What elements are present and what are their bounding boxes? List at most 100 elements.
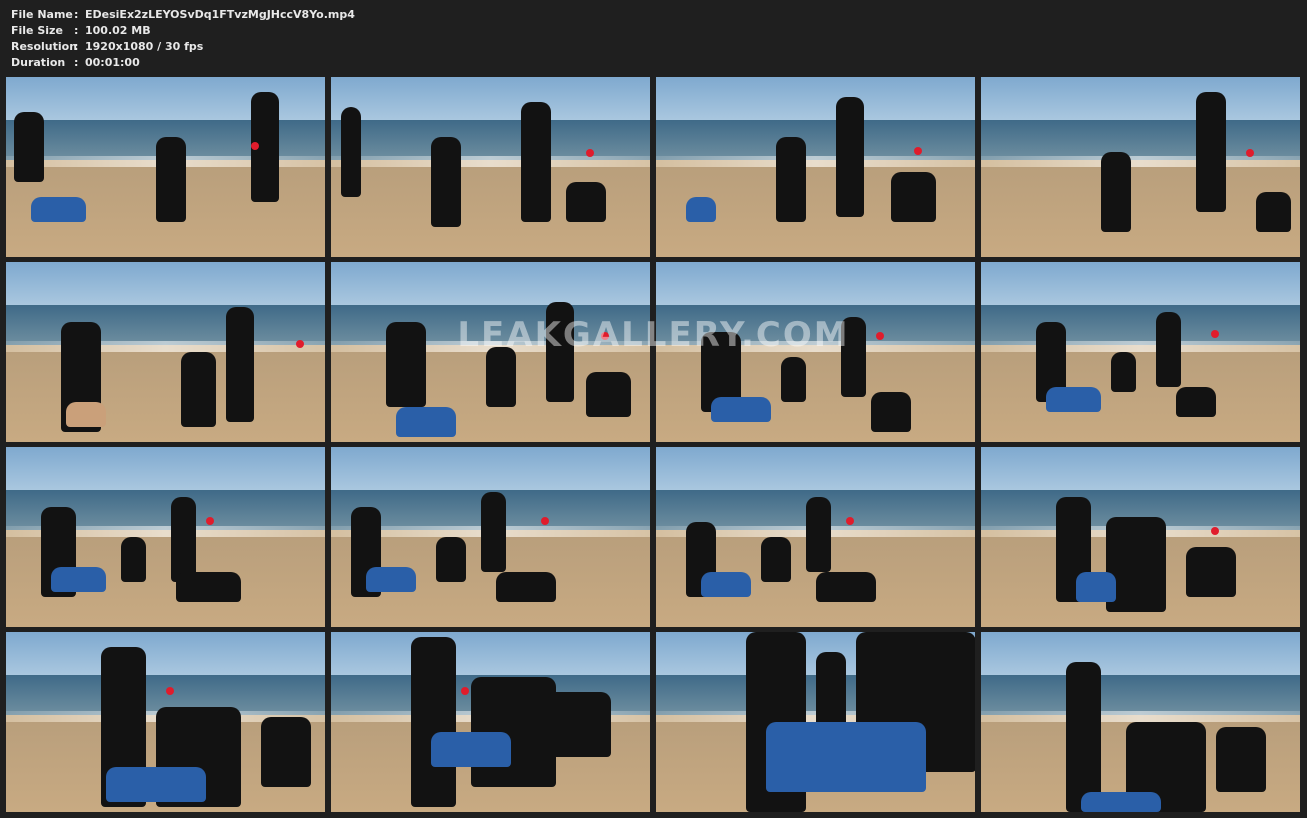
resolution-row: Resolution : 1920x1080 / 30 fps xyxy=(11,39,355,55)
figure-silhouette xyxy=(171,497,196,582)
figure-silhouette xyxy=(806,497,831,572)
buoy xyxy=(846,517,854,525)
file-size-label: File Size xyxy=(11,24,63,37)
figure-silhouette xyxy=(121,537,146,582)
thumbnail-sea xyxy=(331,120,650,160)
thumbnail-foam xyxy=(981,156,1300,167)
buoy xyxy=(166,687,174,695)
thumbnail-sky xyxy=(331,632,650,676)
thumbnail-sky xyxy=(331,77,650,121)
file-metadata: File Name : EDesiEx2zLEYOSvDq1FTvzMgJHcc… xyxy=(11,7,355,71)
thumbnail-sky xyxy=(981,262,1300,306)
thumbnail-foam xyxy=(6,341,325,352)
figure-silhouette xyxy=(836,97,864,217)
figure-silhouette xyxy=(1081,792,1161,812)
figure-silhouette xyxy=(701,572,751,597)
figure-silhouette xyxy=(1196,92,1226,212)
figure-silhouette xyxy=(31,197,86,222)
figure-silhouette xyxy=(766,722,926,792)
figure-silhouette xyxy=(106,767,206,802)
figure-silhouette xyxy=(431,732,511,767)
thumbnail-4 xyxy=(981,77,1300,257)
resolution-label: Resolution xyxy=(11,40,78,53)
thumbnail-sky xyxy=(981,632,1300,676)
thumbnail-foam xyxy=(981,711,1300,722)
figure-silhouette xyxy=(686,197,716,222)
buoy xyxy=(461,687,469,695)
thumbnail-11 xyxy=(656,447,975,627)
figure-silhouette xyxy=(386,322,426,407)
separator: : xyxy=(74,24,79,37)
figure-silhouette xyxy=(1046,387,1101,412)
thumbnail-sky xyxy=(6,262,325,306)
figure-silhouette xyxy=(226,307,254,422)
figure-silhouette xyxy=(51,567,106,592)
thumbnail-sand xyxy=(981,352,1300,442)
figure-silhouette xyxy=(66,402,106,427)
figure-silhouette xyxy=(396,407,456,437)
figure-silhouette xyxy=(431,137,461,227)
file-size-row: File Size : 100.02 MB xyxy=(11,23,355,39)
figure-silhouette xyxy=(781,357,806,402)
figure-silhouette xyxy=(816,652,846,732)
thumbnail-1 xyxy=(6,77,325,257)
figure-silhouette xyxy=(1216,727,1266,792)
figure-silhouette xyxy=(1176,387,1216,417)
buoy xyxy=(601,332,609,340)
figure-silhouette xyxy=(586,372,631,417)
thumbnail-foam xyxy=(656,156,975,167)
thumbnail-sand xyxy=(981,167,1300,257)
buoy xyxy=(251,142,259,150)
figure-silhouette xyxy=(1111,352,1136,392)
figure-silhouette xyxy=(14,112,44,182)
buoy xyxy=(206,517,214,525)
figure-silhouette xyxy=(1156,312,1181,387)
duration-label: Duration xyxy=(11,56,66,69)
thumbnail-6 xyxy=(331,262,650,442)
thumbnail-5 xyxy=(6,262,325,442)
thumbnail-foam xyxy=(331,156,650,167)
figure-silhouette xyxy=(411,637,456,807)
thumbnail-sky xyxy=(6,447,325,491)
thumbnail-3 xyxy=(656,77,975,257)
figure-silhouette xyxy=(1256,192,1291,232)
thumbnail-7 xyxy=(656,262,975,442)
figure-silhouette xyxy=(261,717,311,787)
resolution-value: 1920x1080 / 30 fps xyxy=(85,40,204,53)
thumbnail-sea xyxy=(6,305,325,345)
figure-silhouette xyxy=(1066,662,1101,812)
buoy xyxy=(876,332,884,340)
thumbnail-sky xyxy=(656,262,975,306)
thumbnail-14 xyxy=(331,632,650,812)
thumbnail-8 xyxy=(981,262,1300,442)
thumbnail-9 xyxy=(6,447,325,627)
figure-silhouette xyxy=(546,302,574,402)
buoy xyxy=(914,147,922,155)
thumbnail-foam xyxy=(981,341,1300,352)
separator: : xyxy=(74,8,79,21)
thumbnail-16 xyxy=(981,632,1300,812)
thumbnail-sky xyxy=(6,632,325,676)
figure-silhouette xyxy=(1101,152,1131,232)
file-name-label: File Name xyxy=(11,8,73,21)
figure-silhouette xyxy=(176,572,241,602)
thumbnail-2 xyxy=(331,77,650,257)
buoy xyxy=(296,340,304,348)
thumbnail-sky xyxy=(331,447,650,491)
figure-silhouette xyxy=(1186,547,1236,597)
thumbnail-12 xyxy=(981,447,1300,627)
figure-silhouette xyxy=(761,537,791,582)
figure-silhouette xyxy=(566,182,606,222)
thumbnail-15 xyxy=(656,632,975,812)
file-name-row: File Name : EDesiEx2zLEYOSvDq1FTvzMgJHcc… xyxy=(11,7,355,23)
figure-silhouette xyxy=(776,137,806,222)
figure-silhouette xyxy=(341,107,361,197)
figure-silhouette xyxy=(496,572,556,602)
thumbnail-grid xyxy=(6,77,1302,813)
thumbnail-sea xyxy=(656,120,975,160)
thumbnail-sky xyxy=(981,77,1300,121)
thumbnail-sky xyxy=(331,262,650,306)
figure-silhouette xyxy=(891,172,936,222)
figure-silhouette xyxy=(546,692,611,757)
figure-silhouette xyxy=(486,347,516,407)
